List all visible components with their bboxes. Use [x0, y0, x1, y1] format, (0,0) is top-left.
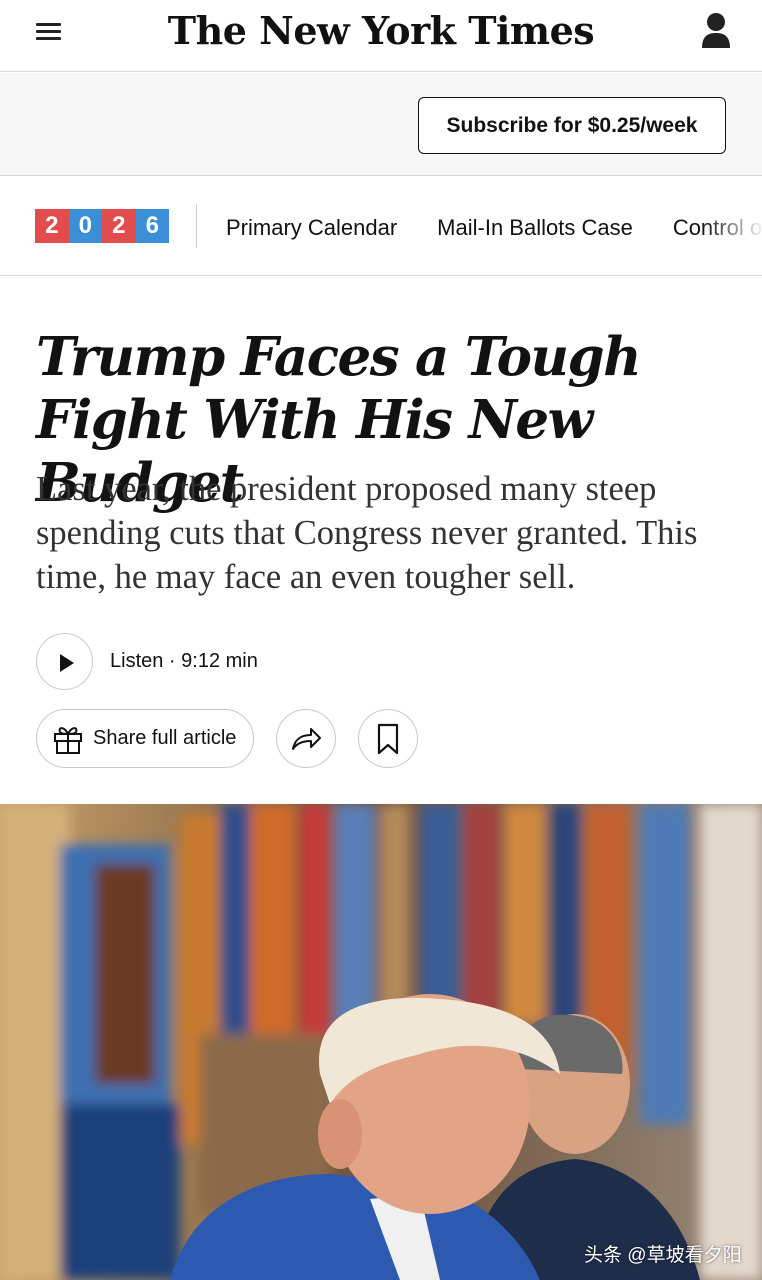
listen-duration: Listen · 9:12 min: [110, 650, 258, 672]
save-button[interactable]: [358, 709, 418, 768]
year-digit: 0: [68, 209, 102, 243]
play-button[interactable]: [36, 633, 93, 690]
share-arrow-icon: [292, 727, 321, 750]
share-full-article-button[interactable]: Share full article: [36, 709, 254, 768]
nav-links: Primary Calendar Mail-In Ballots Case Co…: [226, 215, 762, 241]
year-digit: 6: [135, 209, 169, 243]
photo-illustration: [0, 804, 762, 1280]
top-bar: The New York Times: [0, 0, 762, 72]
subscribe-button[interactable]: Subscribe for $0.25/week: [418, 97, 726, 154]
article-summary: Last year, the president proposed many s…: [36, 470, 698, 596]
subscribe-banner: Subscribe for $0.25/week: [0, 73, 762, 176]
gift-icon: [54, 726, 82, 754]
nyt-logo[interactable]: The New York Times: [0, 8, 762, 53]
nav-fade: [702, 177, 762, 275]
nav-divider: [196, 204, 197, 248]
year-digit: 2: [102, 209, 136, 243]
share-label: Share full article: [93, 727, 237, 749]
nav-link-primary-calendar[interactable]: Primary Calendar: [226, 215, 397, 241]
watermark: 头条 @草坡看夕阳: [584, 1245, 742, 1266]
year-2026-badge[interactable]: 2 0 2 6: [35, 209, 169, 243]
bookmark-icon: [377, 723, 399, 754]
year-digit: 2: [35, 209, 69, 243]
person-icon[interactable]: [696, 10, 736, 52]
election-nav: 2 0 2 6 Primary Calendar Mail-In Ballots…: [0, 177, 762, 276]
share-button[interactable]: [276, 709, 336, 768]
nav-link-mail-in-ballots[interactable]: Mail-In Ballots Case: [437, 215, 633, 241]
play-icon: [60, 654, 74, 672]
article-photo: 头条 @草坡看夕阳: [0, 804, 762, 1280]
